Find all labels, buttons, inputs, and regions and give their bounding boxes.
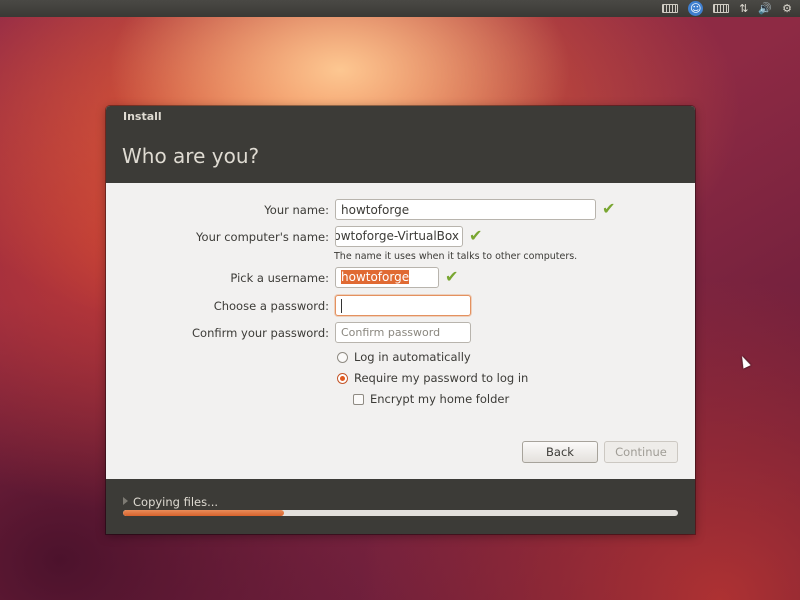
login-automatically-radio[interactable] (337, 352, 348, 363)
computer-name-input[interactable]: howtoforge-VirtualBox (335, 226, 463, 247)
confirm-password-input[interactable] (335, 322, 471, 343)
keyboard-icon[interactable] (662, 4, 679, 13)
volume-icon[interactable]: 🔊 (758, 0, 772, 17)
accessibility-icon[interactable]: ☺ (688, 1, 704, 16)
username-valid-check-icon: ✔ (445, 267, 459, 286)
computer-name-label: Your computer's name: (196, 230, 329, 244)
username-value: howtoforge (341, 270, 410, 284)
computer-name-value: howtoforge-VirtualBox (335, 229, 459, 243)
progress-status: Copying files... (133, 495, 219, 509)
progress-bar-fill (123, 510, 284, 516)
user-form: Your name: ✔ Your computer's name: howto… (106, 183, 695, 479)
password-label: Choose a password: (213, 299, 329, 313)
login-automatically-label[interactable]: Log in automatically (354, 350, 471, 364)
back-button[interactable]: Back (522, 441, 598, 463)
mouse-pointer-icon (738, 354, 751, 369)
encrypt-home-label[interactable]: Encrypt my home folder (370, 392, 509, 406)
window-title: Install (123, 110, 162, 123)
password-input[interactable] (335, 295, 471, 316)
install-progress-panel: Copying files... (106, 479, 695, 534)
name-label: Your name: (264, 203, 329, 217)
window-titlebar: Install Who are you? (106, 106, 695, 183)
computer-name-hint: The name it uses when it talks to other … (334, 251, 578, 262)
name-input[interactable] (335, 199, 596, 220)
continue-button[interactable]: Continue (604, 441, 678, 463)
encrypt-home-checkbox[interactable] (353, 394, 364, 405)
text-caret (341, 298, 342, 313)
keyboard-layout-icon[interactable] (713, 4, 730, 13)
network-icon[interactable]: ⇅ (739, 0, 748, 17)
require-password-label[interactable]: Require my password to log in (354, 371, 528, 385)
confirm-password-label: Confirm your password: (192, 326, 329, 340)
progress-bar (123, 510, 678, 516)
require-password-radio[interactable] (337, 373, 348, 384)
username-label: Pick a username: (230, 271, 329, 285)
page-title: Who are you? (122, 144, 260, 168)
username-input[interactable]: howtoforge (335, 267, 439, 288)
top-panel: ☺ ⇅ 🔊 ⚙ (0, 0, 800, 17)
installer-window: Install Who are you? Your name: ✔ Your c… (106, 106, 695, 534)
expand-triangle-icon[interactable] (123, 497, 128, 505)
gear-icon[interactable]: ⚙ (782, 0, 792, 17)
computer-name-valid-check-icon: ✔ (469, 226, 483, 245)
name-valid-check-icon: ✔ (602, 199, 616, 218)
